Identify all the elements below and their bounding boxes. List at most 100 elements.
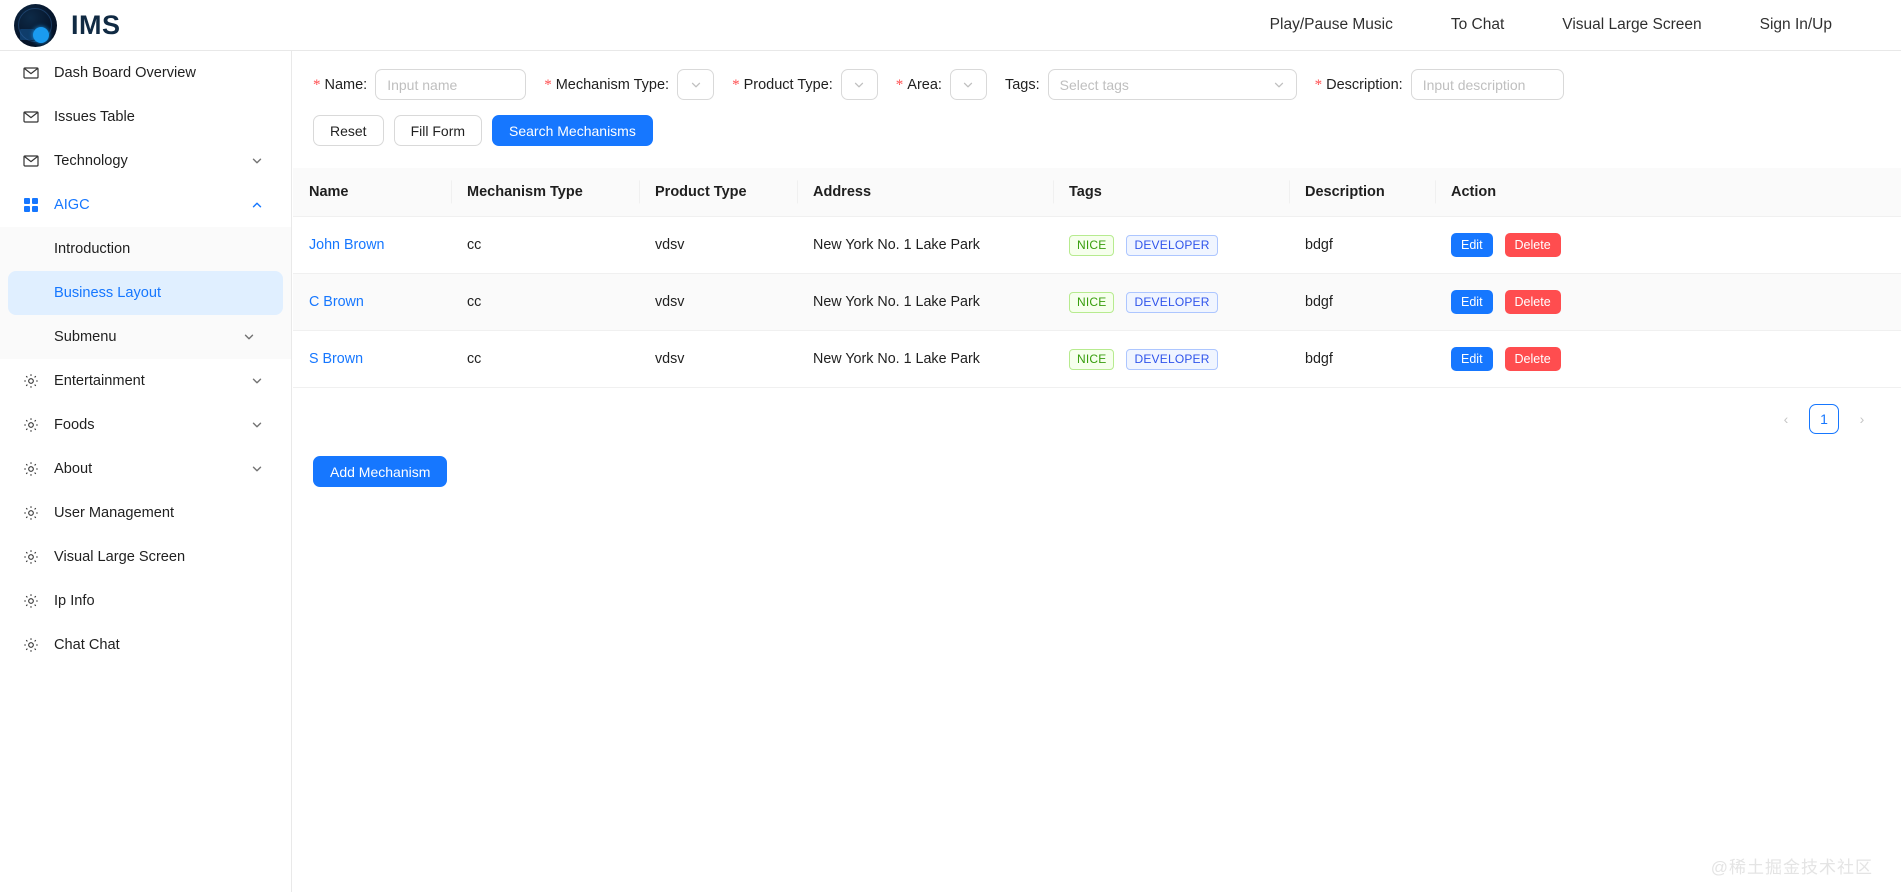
sidebar-item-entertainment[interactable]: Entertainment (0, 359, 291, 403)
cell-address: New York No. 1 Lake Park (797, 216, 1053, 274)
field-area: * Area: (896, 69, 987, 100)
search-name-input[interactable] (375, 69, 527, 100)
pagination-page-1[interactable]: 1 (1809, 404, 1839, 434)
nav-sign-in-up[interactable]: Sign In/Up (1731, 16, 1861, 34)
sidebar-item-label: Visual Large Screen (54, 549, 186, 565)
edit-button[interactable]: Edit (1451, 347, 1493, 371)
required-asterisk: * (313, 76, 321, 93)
required-asterisk: * (544, 76, 552, 93)
sidebar-item-foods[interactable]: Foods (0, 403, 291, 447)
nav-visual-large-screen[interactable]: Visual Large Screen (1533, 16, 1730, 34)
cell-address: New York No. 1 Lake Park (797, 330, 1053, 388)
sidebar-item-ip-info[interactable]: Ip Info (0, 579, 291, 623)
cell-action: Edit Delete (1435, 216, 1901, 274)
sidebar-item-submenu[interactable]: Submenu (8, 315, 283, 359)
area-select[interactable] (949, 69, 987, 100)
row-name-link[interactable]: John Brown (309, 237, 385, 253)
field-tags: Tags: Select tags (1005, 69, 1297, 100)
brand-name: IMS (71, 9, 121, 40)
delete-button[interactable]: Delete (1504, 290, 1561, 314)
sidebar-item-visual-large-screen[interactable]: Visual Large Screen (0, 535, 291, 579)
reset-button[interactable]: Reset (313, 115, 384, 146)
sidebar-item-label: About (54, 461, 93, 477)
sidebar-item-technology[interactable]: Technology (0, 139, 291, 183)
pagination: ‹ 1 › (293, 388, 1901, 434)
pagination-next-icon[interactable]: › (1847, 404, 1877, 434)
sidebar-item-label: Entertainment (54, 373, 145, 389)
required-asterisk: * (1314, 76, 1323, 93)
cell-mechanism-type: cc (451, 330, 639, 388)
gear-icon (22, 548, 40, 566)
submenu-item-label: Business Layout (54, 285, 162, 301)
cell-mechanism-type: cc (451, 216, 639, 274)
mail-icon (22, 152, 40, 170)
gear-icon (22, 372, 40, 390)
sidebar-item-user-management[interactable]: User Management (0, 491, 291, 535)
sidebar-item-about[interactable]: About (0, 447, 291, 491)
mail-icon (22, 64, 40, 82)
nav-play-pause-music[interactable]: Play/Pause Music (1241, 16, 1422, 34)
cell-product-type: vdsv (639, 216, 797, 274)
sidebar-item-label: Issues Table (54, 109, 135, 125)
cell-name: John Brown (293, 216, 451, 274)
table-body: John Brown cc vdsv New York No. 1 Lake P… (293, 216, 1901, 388)
tags-placeholder: Select tags (1059, 76, 1129, 93)
submenu-item-label: Introduction (54, 241, 131, 257)
sidebar-item-business-layout[interactable]: Business Layout (8, 271, 283, 315)
cell-action: Edit Delete (1435, 273, 1901, 331)
add-mechanism-button[interactable]: Add Mechanism (313, 456, 448, 487)
tag-nice: NICE (1069, 291, 1115, 313)
watermark: @稀土掘金技术社区 (1710, 858, 1873, 877)
chevron-up-icon (251, 199, 263, 211)
table-row[interactable]: C Brown cc vdsv New York No. 1 Lake Park… (293, 273, 1901, 331)
chevron-down-icon (853, 79, 865, 91)
sidebar-item-chat-chat[interactable]: Chat Chat (0, 623, 291, 667)
field-mechanism-type: * Mechanism Type: (544, 69, 715, 100)
column-header-description[interactable]: Description (1289, 168, 1435, 217)
column-header-name[interactable]: Name (293, 168, 451, 217)
table-row[interactable]: John Brown cc vdsv New York No. 1 Lake P… (293, 216, 1901, 274)
edit-button[interactable]: Edit (1451, 290, 1493, 314)
header-nav: Play/Pause Music To Chat Visual Large Sc… (1241, 16, 1901, 34)
mechanism-type-select[interactable] (677, 69, 715, 100)
chevron-down-icon (251, 463, 263, 475)
sidebar-item-label: AIGC (54, 197, 90, 213)
delete-button[interactable]: Delete (1504, 233, 1561, 257)
chevron-down-icon (251, 419, 263, 431)
edit-button[interactable]: Edit (1451, 233, 1493, 257)
sidebar-item-introduction[interactable]: Introduction (8, 227, 283, 271)
sidebar-item-dash-board-overview[interactable]: Dash Board Overview (0, 51, 291, 95)
tags-select[interactable]: Select tags (1047, 69, 1297, 100)
search-description-input[interactable] (1410, 69, 1564, 100)
column-header-action[interactable]: Action (1435, 168, 1901, 217)
sidebar-item-aigc[interactable]: AIGC (0, 183, 291, 227)
sidebar-item-label: User Management (54, 505, 175, 521)
brand[interactable]: IMS (0, 3, 121, 47)
sidebar-submenu-aigc: Introduction Business Layout Submenu (0, 227, 291, 359)
cell-name: S Brown (293, 330, 451, 388)
column-header-tags[interactable]: Tags (1053, 168, 1289, 217)
pagination-prev-icon[interactable]: ‹ (1771, 404, 1801, 434)
chevron-down-icon (690, 79, 702, 91)
sidebar-item-label: Chat Chat (54, 637, 120, 653)
product-type-select[interactable] (840, 69, 878, 100)
tag-developer: DEVELOPER (1126, 348, 1218, 370)
cell-tags: NICE DEVELOPER (1053, 273, 1289, 331)
chevron-down-icon (251, 375, 263, 387)
row-name-link[interactable]: S Brown (309, 351, 363, 367)
column-header-product-type[interactable]: Product Type (639, 168, 797, 217)
field-name-label: * Name: (313, 76, 368, 93)
search-mechanisms-button[interactable]: Search Mechanisms (492, 115, 653, 146)
row-name-link[interactable]: C Brown (309, 294, 364, 310)
delete-button[interactable]: Delete (1504, 347, 1561, 371)
nav-to-chat[interactable]: To Chat (1422, 16, 1533, 34)
column-header-mechanism-type[interactable]: Mechanism Type (451, 168, 639, 217)
cell-mechanism-type: cc (451, 273, 639, 331)
required-asterisk: * (732, 76, 740, 93)
table-row[interactable]: S Brown cc vdsv New York No. 1 Lake Park… (293, 330, 1901, 388)
fill-form-button[interactable]: Fill Form (393, 115, 483, 146)
sidebar-item-issues-table[interactable]: Issues Table (0, 95, 291, 139)
sidebar-item-label: Dash Board Overview (54, 65, 196, 81)
sidebar-item-label: Technology (54, 153, 128, 169)
column-header-address[interactable]: Address (797, 168, 1053, 217)
